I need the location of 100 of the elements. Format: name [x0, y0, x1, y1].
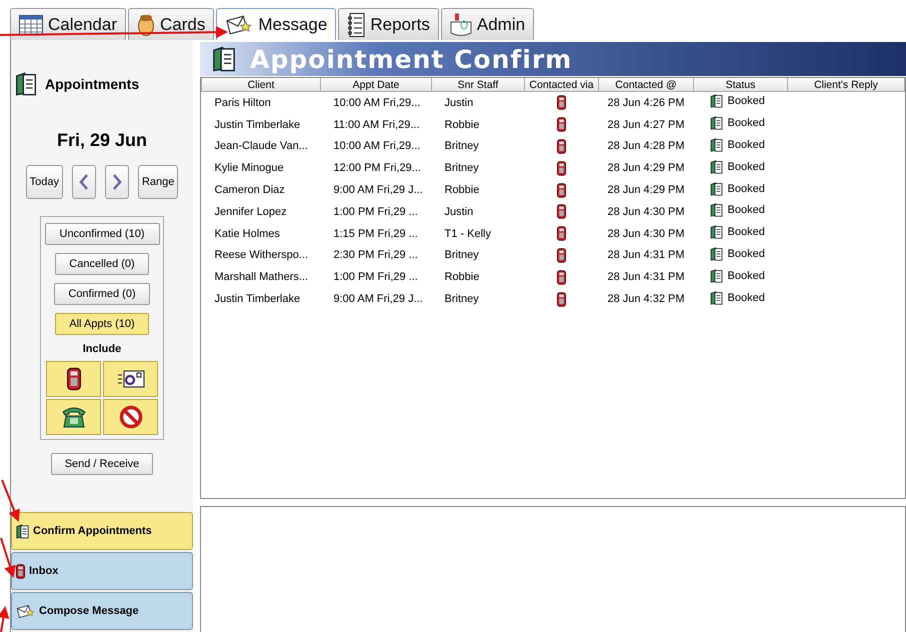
- mobile-phone-icon: [557, 248, 566, 263]
- table-cell-text: 1:00 PM Fri,29 ...: [332, 204, 419, 220]
- open-book-icon: [708, 160, 724, 174]
- table-cell-text: 11:00 AM Fri,29...: [332, 118, 421, 133]
- table-cell-text: Britney: [444, 161, 480, 176]
- mobile-phone-icon: [557, 138, 566, 154]
- envelope-star-icon: [16, 604, 35, 618]
- table-cell-text: 2:30 PM Fri,29 ...: [332, 248, 419, 264]
- filter-button[interactable]: Confirmed (0): [54, 283, 150, 305]
- chevron-right-icon: [112, 174, 122, 190]
- status-text: Booked: [728, 117, 765, 130]
- tab[interactable]: Message: [216, 8, 336, 40]
- column-header[interactable]: Client's Reply: [788, 78, 904, 92]
- open-book-icon: [708, 225, 724, 240]
- filter-button[interactable]: Unconfirmed (10): [44, 223, 160, 245]
- column-header[interactable]: Client: [202, 78, 320, 92]
- include-label: Include: [82, 343, 122, 355]
- table-cell-text: Britney: [444, 292, 480, 308]
- table-cell: Paris Hilton: [202, 92, 320, 114]
- date-range-button[interactable]: Today: [26, 165, 63, 199]
- open-book-icon: [708, 116, 724, 130]
- email-icon: [116, 369, 144, 389]
- tab[interactable]: Calendar: [10, 8, 126, 40]
- status-text: Booked: [728, 95, 765, 108]
- sidebar-title: Appointments: [45, 76, 140, 92]
- prohibited-icon: [118, 405, 142, 429]
- table-cell-text: 28 Jun 4:31 PM: [606, 248, 686, 264]
- mobile-phone-icon: [557, 182, 566, 198]
- open-book-icon: [708, 94, 724, 108]
- mobile-phone-icon: [557, 117, 566, 132]
- column-header[interactable]: Contacted via: [524, 78, 598, 92]
- book-icon: [15, 72, 37, 96]
- table-cell-text: Robbie: [444, 270, 480, 286]
- open-book-icon: [708, 138, 724, 152]
- include-toggle[interactable]: [103, 399, 158, 435]
- mobile-phone-icon: [557, 95, 566, 110]
- open-book-icon: [708, 246, 724, 261]
- column-header[interactable]: Snr Staff: [432, 78, 524, 92]
- annotation-arrow: [0, 538, 16, 578]
- open-book-icon: [708, 182, 724, 196]
- table-cell-text: 28 Jun 4:30 PM: [606, 204, 686, 220]
- status-text: Booked: [728, 270, 765, 282]
- date-range-button[interactable]: Range: [138, 165, 178, 199]
- next-button[interactable]: [104, 165, 129, 199]
- table-cell: 28 Jun 4:26 PM: [598, 92, 694, 114]
- table-cell-text: 9:00 AM Fri,29 J...: [332, 292, 424, 308]
- table-cell-text: Kylie Minogue: [214, 161, 285, 176]
- table-cell: Justin: [432, 92, 524, 114]
- mobile-phone-icon: [66, 367, 80, 391]
- table-cell-text: T1 - Kelly: [444, 226, 492, 242]
- filter-button[interactable]: Cancelled (0): [55, 253, 149, 275]
- table-cell-text: Jean-Claude Van...: [214, 139, 309, 154]
- previous-button[interactable]: [72, 165, 96, 199]
- mobile-phone-icon: [557, 292, 566, 307]
- open-book-icon: [708, 268, 724, 283]
- page-title: Appointment Confirm: [250, 44, 572, 74]
- column-header[interactable]: Status: [694, 78, 788, 92]
- section-button[interactable]: Inbox: [11, 552, 193, 590]
- table-cell-text: 10:00 AM Fri,29...: [332, 139, 422, 154]
- filter-button[interactable]: All Appts (10): [55, 313, 149, 335]
- column-header[interactable]: Appt Date: [320, 78, 432, 92]
- table-cell-text: Justin Timberlake: [214, 292, 302, 308]
- status-text: Booked: [728, 204, 765, 216]
- include-toggle[interactable]: [46, 399, 101, 435]
- section-button[interactable]: Confirm Appointments: [11, 512, 193, 550]
- table-cell-text: Cameron Diaz: [214, 183, 286, 198]
- status-text: Booked: [728, 292, 765, 304]
- book-icon: [16, 524, 29, 538]
- table-cell-text: Britney: [444, 248, 480, 264]
- table-cell-text: Jennifer Lopez: [214, 204, 288, 220]
- table-cell-text: 28 Jun 4:29 PM: [606, 183, 686, 198]
- tab[interactable]: Cards: [128, 8, 214, 40]
- checklist-icon: [347, 12, 366, 36]
- telephone-icon: [60, 406, 86, 428]
- table-cell-text: Justin: [444, 204, 474, 220]
- tab[interactable]: Reports: [338, 8, 439, 40]
- mobile-phone-icon: [557, 226, 566, 242]
- open-book-icon: [708, 290, 724, 305]
- open-book-icon: [708, 203, 724, 218]
- table-cell-text: Britney: [444, 139, 480, 154]
- tab[interactable]: Admin: [440, 8, 534, 40]
- table-cell: 10:00 AM Fri,29...: [320, 92, 432, 114]
- column-header[interactable]: Contacted @: [598, 78, 694, 92]
- table-cell-text: 1:00 PM Fri,29 ...: [332, 270, 419, 286]
- table-cell-text: 1:15 PM Fri,29 ...: [332, 226, 419, 242]
- table-cell-text: 12:00 PM Fri,29...: [332, 161, 422, 176]
- table-cell-text: 9:00 AM Fri,29 J...: [332, 183, 424, 198]
- table-cell-text: Marshall Mathers...: [214, 270, 310, 286]
- mobile-phone-icon: [557, 204, 566, 220]
- table-cell-text: 28 Jun 4:32 PM: [606, 292, 686, 308]
- include-toggle[interactable]: [46, 361, 101, 397]
- include-toggle[interactable]: [103, 361, 158, 397]
- table-cell-text: 28 Jun 4:31 PM: [606, 270, 686, 286]
- envelope-star-icon: [225, 14, 254, 36]
- table-cell-text: Katie Holmes: [214, 226, 281, 242]
- section-button[interactable]: Compose Message: [11, 592, 193, 630]
- status-text: Booked: [728, 160, 765, 173]
- send-receive-button[interactable]: Send / Receive: [50, 453, 154, 475]
- current-date: Fri, 29 Jun: [56, 130, 148, 151]
- annotation-arrow: [0, 606, 10, 632]
